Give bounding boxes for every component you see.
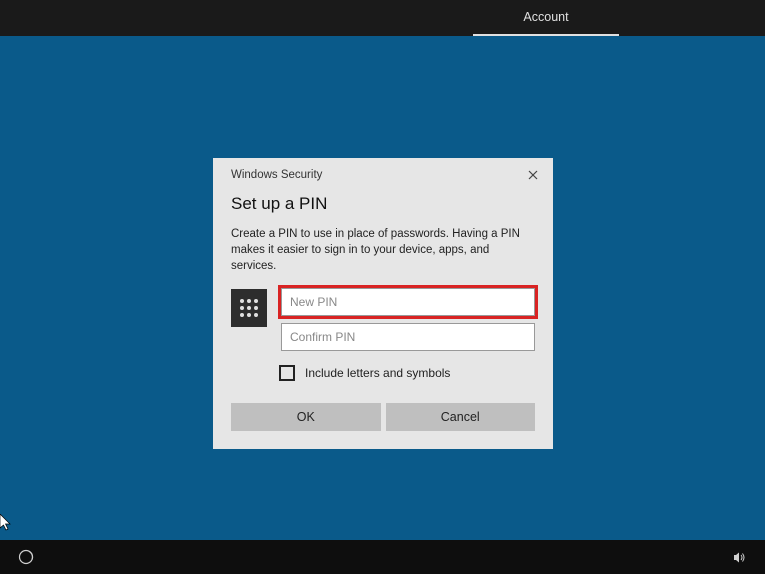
bottom-left — [16, 547, 36, 567]
confirm-pin-input[interactable] — [281, 323, 535, 351]
include-symbols-label: Include letters and symbols — [305, 366, 450, 380]
top-bar: Account — [0, 0, 765, 36]
pin-section — [231, 288, 535, 351]
dialog-title: Set up a PIN — [231, 194, 535, 214]
dialog-description: Create a PIN to use in place of password… — [231, 226, 535, 274]
ease-of-access-icon[interactable] — [16, 547, 36, 567]
tab-account-label: Account — [523, 10, 568, 24]
new-pin-input[interactable] — [281, 288, 535, 316]
dialog-header: Windows Security — [213, 158, 553, 192]
cancel-button[interactable]: Cancel — [386, 403, 536, 431]
include-symbols-row: Include letters and symbols — [279, 365, 535, 381]
bottom-right — [729, 547, 749, 567]
pin-inputs — [281, 288, 535, 351]
volume-icon[interactable] — [729, 547, 749, 567]
close-icon — [528, 170, 538, 180]
keypad-icon — [231, 289, 267, 327]
pin-setup-dialog: Windows Security Set up a PIN Create a P… — [213, 158, 553, 449]
tab-account[interactable]: Account — [473, 0, 619, 36]
dialog-body: Set up a PIN Create a PIN to use in plac… — [213, 194, 553, 449]
close-button[interactable] — [523, 165, 543, 185]
ok-button[interactable]: OK — [231, 403, 381, 431]
dialog-buttons: OK Cancel — [231, 403, 535, 431]
bottom-bar — [0, 540, 765, 574]
include-symbols-checkbox[interactable] — [279, 365, 295, 381]
dialog-window-title: Windows Security — [231, 169, 322, 181]
mouse-cursor-icon — [0, 514, 14, 532]
